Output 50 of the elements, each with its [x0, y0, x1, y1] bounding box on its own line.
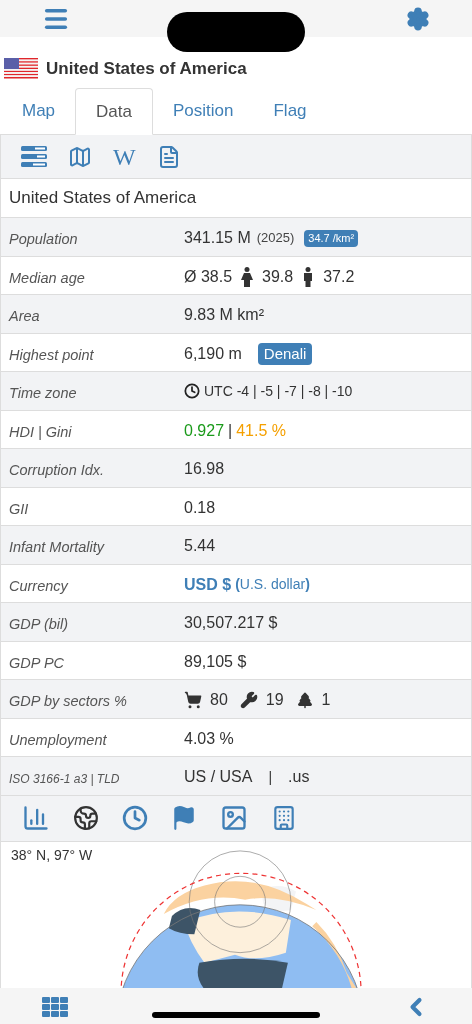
currency-code: USD $: [184, 574, 232, 595]
male-age-text: 37.2: [323, 266, 355, 287]
tab[interactable]: Map: [2, 87, 76, 134]
value-text: 0.18: [184, 497, 216, 518]
wikipedia-link[interactable]: W: [113, 144, 136, 169]
row-label: Corruption Idx.: [9, 462, 105, 478]
coordinates-text: 38° N, 97° W: [11, 845, 93, 865]
row-label: GII: [9, 500, 29, 517]
agriculture-share: 1: [321, 690, 331, 710]
row-label: GDP by sectors %: [9, 693, 127, 709]
iso-code: US / USA: [184, 767, 253, 787]
value-text: 89,105 $: [184, 651, 247, 672]
row-label: Highest point: [9, 346, 94, 363]
row-label: GDP (bil): [9, 616, 69, 632]
row-label: GDP PC: [9, 654, 65, 671]
value-text: 5.44: [184, 536, 216, 556]
row-label: Currency: [9, 577, 68, 594]
row-label: HDI | Gini: [9, 423, 72, 440]
separator-text: |: [268, 767, 273, 787]
value-text: 16.98: [184, 459, 225, 479]
tld-text: .us: [288, 767, 310, 787]
row-label: Time zone: [9, 385, 77, 401]
peak-name-button[interactable]: Denali: [257, 342, 313, 365]
country-title: United States of America: [46, 57, 247, 80]
row-label: Unemployment: [9, 731, 107, 748]
tab[interactable]: Position: [153, 87, 254, 134]
value-text: 4.03 %: [184, 728, 234, 749]
value-text: 9.83 M km²: [184, 305, 264, 325]
row-label: Area: [9, 308, 40, 324]
row-label: ISO 3166-1 a3 | TLD: [9, 772, 120, 786]
hdi-value: 0.927: [184, 420, 225, 441]
female-age-text: 39.8: [262, 266, 294, 287]
value-text: 30,507.217 $: [184, 613, 278, 633]
timezone-text: UTC -4 | -5 | -7 | -8 | -10: [204, 381, 353, 401]
average-age-text: Ø 38.5: [184, 266, 233, 287]
density-badge: 34.7 /km²: [304, 229, 359, 247]
row-label: Infant Mortality: [9, 539, 105, 555]
tab[interactable]: Flag: [253, 87, 327, 134]
separator-text: |: [228, 420, 233, 441]
industry-share: 19: [265, 690, 284, 710]
value-text: 341.15 M: [184, 228, 251, 248]
gini-value: 41.5 %: [236, 420, 286, 441]
row-label: Population: [9, 231, 78, 247]
year-text: (2025): [256, 229, 295, 248]
value-text: 6,190 m: [184, 343, 242, 364]
row-label: Median age: [9, 269, 85, 286]
tab[interactable]: Data: [75, 88, 153, 135]
panel-title: United States of America: [9, 187, 197, 210]
services-share: 80: [210, 690, 228, 710]
currency-name: (U.S. dollar): [235, 575, 310, 594]
